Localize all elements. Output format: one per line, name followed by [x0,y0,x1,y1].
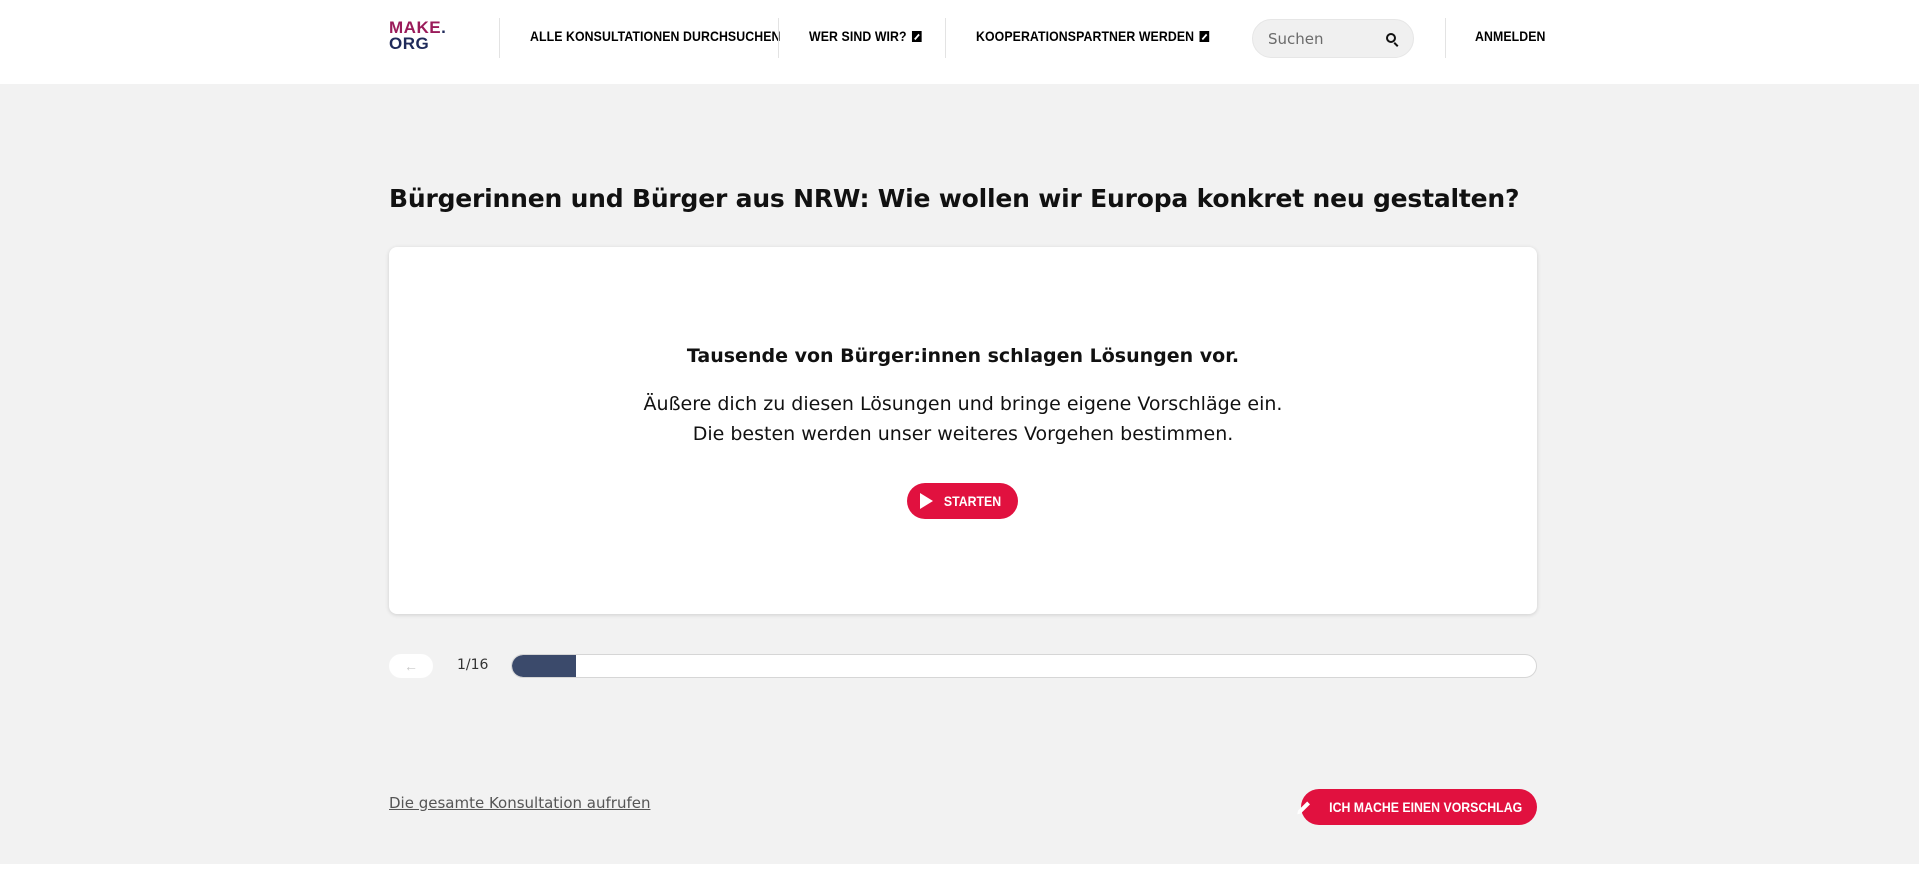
footer-strip [0,864,1919,874]
nav-all-consultations-label: ALLE KONSULTATIONEN DURCHSUCHEN [530,28,781,44]
external-link-icon [1199,30,1210,42]
start-button[interactable]: STARTEN [907,483,1018,519]
full-consultation-link[interactable]: Die gesamte Konsultation aufrufen [389,794,650,812]
search-input[interactable] [1268,28,1378,50]
play-icon [919,493,933,509]
card-text-line-2: Die besten werden unser weiteres Vorgehe… [692,423,1234,445]
make-proposal-label: ICH MACHE EINEN VORSCHLAG [1329,799,1523,815]
progress-bar-fill [512,655,576,677]
external-link-icon [911,30,922,42]
nav-who-we-are-label: WER SIND WIR? [809,28,907,44]
nav-who-we-are[interactable]: WER SIND WIR? [809,28,922,44]
page-title: Bürgerinnen und Bürger aus NRW: Wie woll… [389,184,1520,213]
logo-text-org: ORG [389,34,430,53]
logo-dot: . [441,18,447,37]
login-link[interactable]: ANMELDEN [1475,28,1546,44]
search-icon[interactable] [1386,33,1396,43]
card-heading: Tausende von Bürger:innen schlagen Lösun… [686,345,1240,367]
nav-all-consultations[interactable]: ALLE KONSULTATIONEN DURCHSUCHEN [530,28,780,44]
previous-button[interactable]: ← [389,654,433,678]
card-text-line-1: Äußere dich zu diesen Lösungen und bring… [643,393,1283,415]
nav-become-partner-label: KOOPERATIONSPARTNER WERDEN [976,28,1195,44]
login-label: ANMELDEN [1475,28,1546,44]
intro-card: Tausende von Bürger:innen schlagen Lösun… [389,247,1537,614]
progress-counter: 1/16 [457,657,489,673]
nav-become-partner[interactable]: KOOPERATIONSPARTNER WERDEN [976,28,1210,44]
progress-bar [511,654,1537,678]
nav-divider [499,18,500,58]
nav-divider [778,18,779,58]
search-box [1252,19,1414,58]
top-header: MAKE. ORG ALLE KONSULTATIONEN DURCHSUCHE… [0,0,1919,84]
pencil-icon [1298,800,1311,814]
start-button-label: STARTEN [943,493,1002,509]
nav-divider [945,18,946,58]
arrow-left-icon: ← [404,658,418,674]
nav-divider [1445,18,1446,58]
make-org-logo[interactable]: MAKE. ORG [389,18,459,56]
make-proposal-button[interactable]: ICH MACHE EINEN VORSCHLAG [1298,789,1537,825]
